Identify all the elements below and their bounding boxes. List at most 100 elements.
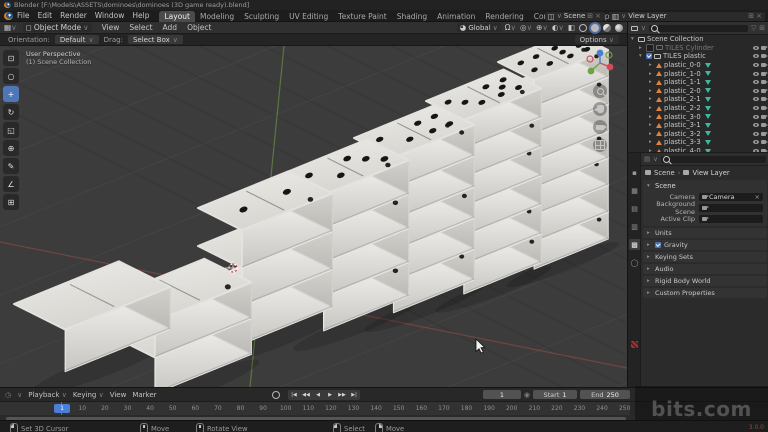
viewport-3d[interactable]: User Perspective (1) Scene Collection ⊡ ○… bbox=[0, 46, 627, 387]
properties-tab-world[interactable]: ◯ bbox=[629, 257, 640, 268]
background-scene-field[interactable] bbox=[699, 203, 763, 212]
section-custom-properties[interactable]: ▸ Custom Properties bbox=[643, 288, 767, 298]
tool-add-cube[interactable]: ⊞ bbox=[3, 194, 19, 210]
properties-tab-scene[interactable]: ▩ bbox=[629, 239, 640, 250]
viewport-menu-object[interactable]: Object bbox=[183, 23, 215, 32]
chevron-icon[interactable]: ▸ bbox=[649, 131, 654, 137]
shading-rendered-icon[interactable] bbox=[615, 23, 623, 32]
camera-visibility-icon[interactable] bbox=[761, 45, 768, 50]
chevron-icon[interactable]: ▸ bbox=[649, 96, 654, 102]
hide-eye-icon[interactable] bbox=[753, 88, 759, 93]
transport-jump-start[interactable]: |◀ bbox=[288, 392, 300, 398]
camera-visibility-icon[interactable] bbox=[761, 131, 768, 136]
chevron-icon[interactable]: ▸ bbox=[649, 71, 654, 77]
tool-rotate[interactable]: ↻ bbox=[3, 104, 19, 120]
chevron-icon[interactable]: ▸ bbox=[649, 122, 654, 128]
perspective-toggle-icon[interactable] bbox=[593, 138, 607, 152]
collection-checkbox[interactable] bbox=[646, 43, 654, 52]
unlink-scene-button[interactable]: × bbox=[595, 12, 601, 20]
properties-editor-icon[interactable]: ▤ bbox=[644, 155, 650, 163]
gravity-checkbox[interactable] bbox=[655, 242, 661, 248]
outliner-row-plastic-2-0[interactable]: ▸ plastic_2-0 bbox=[628, 87, 768, 96]
hide-eye-icon[interactable] bbox=[753, 123, 759, 128]
tool-cursor[interactable]: ○ bbox=[3, 68, 19, 84]
hide-eye-icon[interactable] bbox=[753, 54, 759, 59]
outliner-row-tiles-plastic[interactable]: ▾ TILES plastic bbox=[628, 52, 768, 61]
pan-hand-icon[interactable] bbox=[593, 102, 607, 116]
properties-tab-tool[interactable]: ▪ bbox=[629, 167, 640, 178]
transport-prev-keyframe[interactable]: ◀◀ bbox=[300, 392, 312, 398]
filter-funnel-icon[interactable]: ▽ bbox=[751, 24, 756, 32]
viewport-menu-select[interactable]: Select bbox=[125, 23, 156, 32]
overlays-toggle-icon[interactable]: ◐∨ bbox=[552, 23, 564, 32]
frame-end-field[interactable]: End 250 bbox=[580, 390, 630, 399]
outliner-row-plastic-3-0[interactable]: ▸ plastic_3-0 bbox=[628, 112, 768, 121]
gizmos-toggle-icon[interactable]: ⊕∨ bbox=[536, 23, 548, 32]
camera-visibility-icon[interactable] bbox=[761, 140, 768, 145]
outliner-row-scene-collection[interactable]: ▾ Scene Collection bbox=[628, 35, 768, 44]
properties-tab-render[interactable]: ▦ bbox=[629, 185, 640, 196]
breadcrumb-view-layer[interactable]: View Layer bbox=[692, 169, 729, 177]
camera-view-icon[interactable] bbox=[593, 120, 607, 134]
workspace-tab-sculpting[interactable]: Sculpting bbox=[239, 11, 284, 22]
viewport-canvas[interactable] bbox=[0, 46, 627, 387]
scene-panel-header[interactable]: ▾ Scene bbox=[643, 180, 767, 191]
chevron-icon[interactable]: ▸ bbox=[649, 62, 654, 68]
camera-visibility-icon[interactable] bbox=[761, 80, 768, 85]
chevron-expanded-icon[interactable]: ▾ bbox=[631, 36, 636, 42]
breadcrumb-scene[interactable]: Scene bbox=[654, 169, 675, 177]
shading-material-icon[interactable] bbox=[603, 23, 611, 32]
xray-toggle-icon[interactable]: ◧ bbox=[568, 23, 575, 32]
hide-eye-icon[interactable] bbox=[753, 106, 759, 111]
properties-tab-output[interactable]: ▤ bbox=[629, 203, 640, 214]
remove-view-layer-button[interactable]: × bbox=[756, 12, 762, 20]
new-scene-button[interactable]: ⊞ bbox=[587, 12, 593, 20]
properties-tab-texture[interactable] bbox=[629, 339, 640, 350]
transport-jump-end[interactable]: ▶| bbox=[348, 392, 360, 398]
workspace-tab-texture-paint[interactable]: Texture Paint bbox=[333, 11, 391, 22]
view-layer-selector[interactable]: ▥ ∨ View Layer ⊞ × bbox=[609, 11, 765, 21]
shading-wireframe-icon[interactable] bbox=[579, 23, 587, 32]
workspace-tab-animation[interactable]: Animation bbox=[432, 11, 480, 22]
chevron-icon[interactable]: ▸ bbox=[649, 79, 654, 85]
outliner-row-tiles-cylinder[interactable]: ▸ TILES Cylinder bbox=[628, 43, 768, 53]
chevron-icon[interactable]: ▸ bbox=[639, 45, 644, 51]
clear-icon[interactable]: × bbox=[755, 193, 760, 201]
outliner-row-plastic-2-2[interactable]: ▸ plastic_2-2 bbox=[628, 104, 768, 113]
menu-help[interactable]: Help bbox=[128, 11, 153, 20]
timeline-menu-view[interactable]: View bbox=[110, 391, 127, 399]
tool-move[interactable]: + bbox=[3, 86, 19, 102]
editor-type-icon[interactable]: ▦∨ bbox=[4, 23, 17, 32]
scene-selector[interactable]: ◫ ∨ Scene ⊞ × bbox=[544, 11, 604, 21]
playhead[interactable]: 1 bbox=[54, 403, 70, 413]
camera-field[interactable]: Camera × bbox=[699, 192, 763, 201]
chevron-icon[interactable]: ▸ bbox=[649, 139, 654, 145]
new-view-layer-button[interactable]: ⊞ bbox=[748, 12, 754, 20]
camera-visibility-icon[interactable] bbox=[761, 63, 768, 68]
viewport-menu-view[interactable]: View bbox=[98, 23, 124, 32]
current-frame-field[interactable]: 1 bbox=[482, 390, 521, 399]
transport-play[interactable]: ▶ bbox=[324, 392, 336, 398]
hide-eye-icon[interactable] bbox=[753, 71, 759, 76]
menu-file[interactable]: File bbox=[13, 11, 34, 20]
chevron-icon[interactable]: ▸ bbox=[649, 105, 654, 111]
mode-selector[interactable]: ◻ Object Mode ∨ bbox=[22, 23, 92, 32]
hide-eye-icon[interactable] bbox=[753, 80, 759, 85]
chevron-icon[interactable]: ▸ bbox=[649, 114, 654, 120]
hide-eye-icon[interactable] bbox=[753, 114, 759, 119]
camera-visibility-icon[interactable] bbox=[761, 123, 768, 128]
transform-orientation-selector[interactable]: ◕ Global ∨ bbox=[456, 23, 501, 32]
navigation-gizmo[interactable] bbox=[585, 48, 615, 78]
transport-next-keyframe[interactable]: ▶▶ bbox=[336, 392, 348, 398]
outliner-row-plastic-1-0[interactable]: ▸ plastic_1-0 bbox=[628, 69, 768, 78]
workspace-tab-shading[interactable]: Shading bbox=[392, 11, 432, 22]
outliner-row-plastic-3-3[interactable]: ▸ plastic_3-3 bbox=[628, 138, 768, 147]
workspace-tab-layout[interactable]: Layout bbox=[159, 10, 195, 22]
timeline-editor-icon[interactable]: ◷ bbox=[5, 391, 11, 399]
section-gravity[interactable]: ▸ Gravity bbox=[643, 240, 767, 250]
menu-edit[interactable]: Edit bbox=[34, 11, 57, 20]
timeline-menu-playback[interactable]: Playback ∨ bbox=[28, 391, 67, 399]
tool-annotate[interactable]: ✎ bbox=[3, 158, 19, 174]
section-keying-sets[interactable]: ▸ Keying Sets bbox=[643, 252, 767, 262]
properties-search-input[interactable] bbox=[660, 155, 766, 163]
